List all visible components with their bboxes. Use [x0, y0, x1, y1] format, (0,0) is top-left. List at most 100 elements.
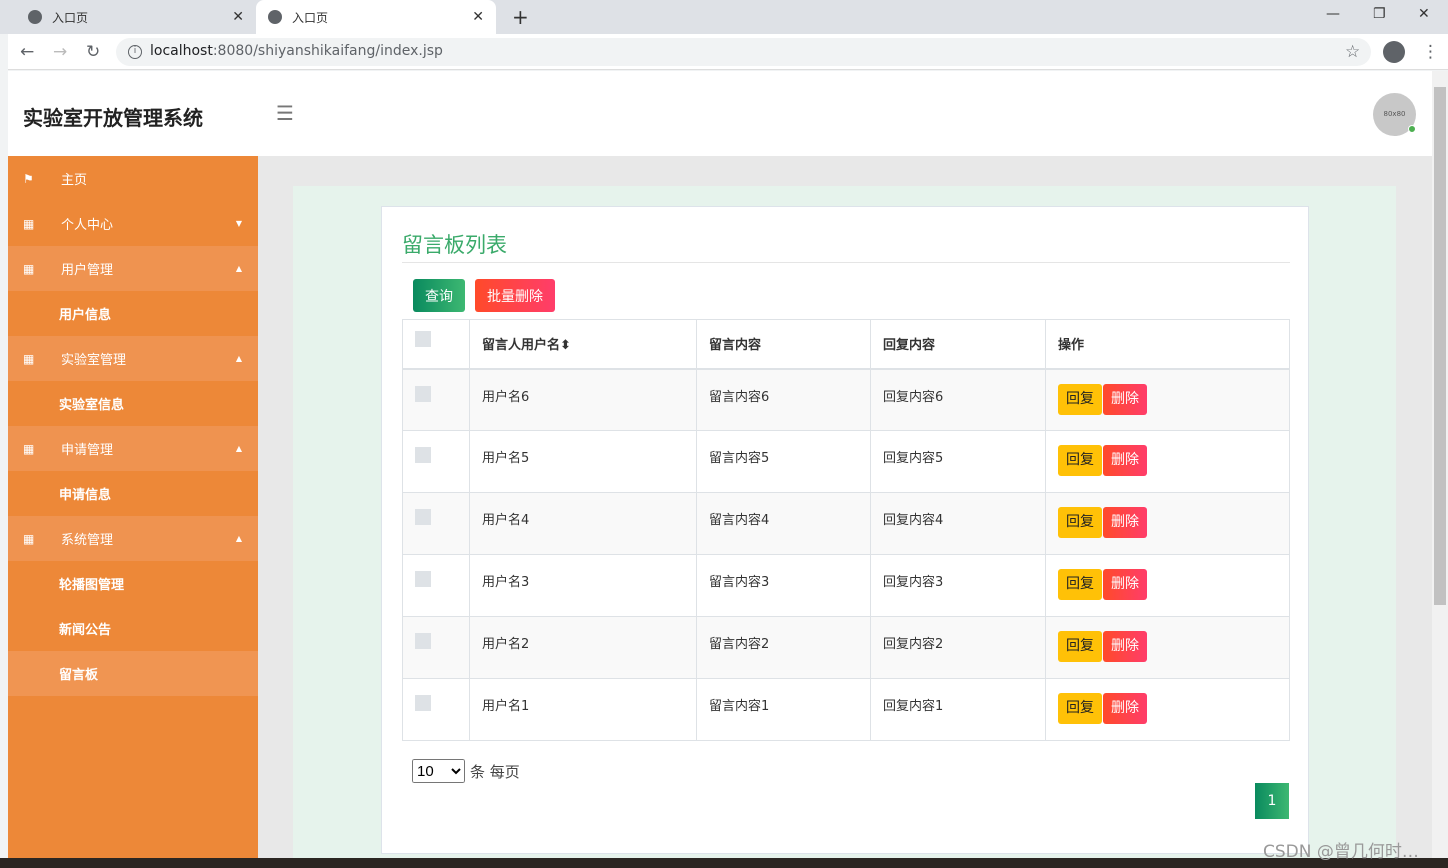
delete-button[interactable]: 删除	[1103, 507, 1147, 538]
sidebar-item[interactable]: ⚑ 主页	[8, 156, 258, 201]
info-icon[interactable]: i	[128, 45, 142, 59]
maximize-button[interactable]: ❐	[1373, 6, 1386, 22]
sidebar-item[interactable]: 留言板	[8, 651, 258, 696]
row-checkbox[interactable]	[415, 447, 431, 463]
row-checkbox[interactable]	[415, 571, 431, 587]
close-tab-icon[interactable]: ✕	[472, 9, 484, 25]
pagination-page-1[interactable]: 1	[1255, 783, 1289, 819]
hamburger-menu-icon[interactable]: ☰	[276, 101, 294, 125]
delete-button[interactable]: 删除	[1103, 445, 1147, 476]
caret-icon: ▼	[235, 219, 242, 228]
scrollbar-thumb[interactable]	[1434, 87, 1446, 605]
column-header-actions: 操作	[1045, 319, 1290, 370]
more-menu-icon[interactable]: ⋮	[1422, 42, 1439, 62]
row-checkbox[interactable]	[415, 385, 431, 402]
sort-icon[interactable]: ⬍	[560, 338, 571, 353]
table-cell: 留言内容5	[696, 430, 871, 493]
reply-button[interactable]: 回复	[1058, 569, 1102, 600]
sidebar-item-label: 用户信息	[59, 308, 112, 323]
sidebar-item[interactable]: ▦ 申请管理 ▲	[8, 426, 258, 471]
column-header-username[interactable]: 留言人用户名⬍	[469, 319, 697, 370]
message-board-card: 留言板列表 查询 批量删除 留言人用户名⬍ 留言内容 回复内容 操作 用户名6 留…	[381, 206, 1309, 854]
sidebar-item[interactable]: 申请信息	[8, 471, 258, 516]
query-button[interactable]: 查询	[413, 279, 465, 312]
sidebar-item-label: 轮播图管理	[59, 578, 125, 593]
column-header-reply: 回复内容	[870, 319, 1046, 370]
select-all-checkbox[interactable]	[415, 331, 431, 348]
sidebar-item-label: 主页	[61, 173, 88, 188]
table-cell: 用户名3	[469, 554, 697, 617]
sidebar-item[interactable]: ▦ 个人中心 ▼	[8, 201, 258, 246]
caret-icon: ▲	[235, 354, 242, 363]
flag-icon: ⚑	[23, 171, 34, 186]
caret-icon: ▲	[235, 444, 242, 453]
sidebar-item-label: 留言板	[59, 668, 99, 683]
reload-icon[interactable]: ↻	[86, 42, 100, 62]
back-icon[interactable]: ←	[20, 42, 34, 62]
browser-tab[interactable]: 入口页 ✕	[16, 0, 256, 34]
sidebar-item-label: 实验室管理	[61, 353, 127, 368]
close-tab-icon[interactable]: ✕	[232, 9, 244, 25]
table-cell: 留言内容2	[696, 616, 871, 679]
url-input[interactable]: i localhost:8080/shiyanshikaifang/index.j…	[116, 38, 1371, 66]
table-cell: 回复内容1	[870, 678, 1046, 741]
sidebar-item[interactable]: 轮播图管理	[8, 561, 258, 606]
table-cell: 回复内容5	[870, 430, 1046, 493]
reply-button[interactable]: 回复	[1058, 383, 1102, 415]
reply-button[interactable]: 回复	[1058, 445, 1102, 476]
bookmark-star-icon[interactable]: ☆	[1345, 42, 1360, 62]
sidebar-item-label: 用户管理	[61, 263, 114, 278]
grid-icon: ▦	[23, 216, 35, 231]
table-row: 用户名6 留言内容6 回复内容6 回复 删除	[402, 368, 1290, 431]
sidebar-item[interactable]: ▦ 实验室管理 ▲	[8, 336, 258, 381]
sidebar-item[interactable]: 新闻公告	[8, 606, 258, 651]
table-cell: 用户名1	[469, 678, 697, 741]
caret-icon: ▲	[235, 534, 242, 543]
sidebar-item[interactable]: ▦ 系统管理 ▲	[8, 516, 258, 561]
delete-button[interactable]: 删除	[1103, 569, 1147, 600]
row-checkbox[interactable]	[415, 633, 431, 649]
table-cell: 回复内容6	[870, 368, 1046, 431]
grid-icon: ▦	[23, 261, 35, 276]
page-size-select[interactable]: 10	[412, 759, 465, 783]
table-row: 用户名3 留言内容3 回复内容3 回复 删除	[402, 554, 1290, 617]
taskbar	[0, 858, 1448, 868]
profile-icon[interactable]	[1383, 41, 1405, 63]
table-row: 用户名4 留言内容4 回复内容4 回复 删除	[402, 492, 1290, 555]
scrollbar[interactable]	[1432, 71, 1448, 858]
delete-button[interactable]: 删除	[1103, 383, 1147, 415]
app-title: 实验室开放管理系统	[23, 106, 203, 130]
table-cell: 留言内容6	[696, 368, 871, 431]
watermark: CSDN @曾几何时…	[1263, 842, 1419, 862]
column-header-content: 留言内容	[696, 319, 871, 370]
sidebar-item-label: 新闻公告	[59, 623, 112, 638]
browser-tab-active[interactable]: 入口页 ✕	[256, 0, 496, 34]
grid-icon: ▦	[23, 351, 35, 366]
tab-bar: 入口页 ✕ 入口页 ✕ + — ❐ ✕	[0, 0, 1448, 34]
delete-button[interactable]: 删除	[1103, 693, 1147, 724]
batch-delete-button[interactable]: 批量删除	[475, 279, 555, 312]
close-window-button[interactable]: ✕	[1418, 6, 1430, 22]
delete-button[interactable]: 删除	[1103, 631, 1147, 662]
reply-button[interactable]: 回复	[1058, 631, 1102, 662]
page-size-control: 10 条 每页	[412, 759, 520, 783]
reply-button[interactable]: 回复	[1058, 693, 1102, 724]
minimize-button[interactable]: —	[1326, 6, 1340, 22]
globe-icon	[28, 10, 42, 24]
online-status-dot	[1408, 125, 1416, 133]
forward-icon[interactable]: →	[53, 42, 67, 62]
sidebar-item[interactable]: 实验室信息	[8, 381, 258, 426]
sidebar-item[interactable]: 用户信息	[8, 291, 258, 336]
new-tab-button[interactable]: +	[500, 0, 541, 34]
app-header: 实验室开放管理系统 ☰ 80x80	[8, 71, 1432, 156]
table-cell: 回复内容4	[870, 492, 1046, 555]
row-checkbox[interactable]	[415, 509, 431, 525]
reply-button[interactable]: 回复	[1058, 507, 1102, 538]
caret-icon: ▲	[235, 264, 242, 273]
sidebar-item[interactable]: ▦ 用户管理 ▲	[8, 246, 258, 291]
address-bar: ← → ↻ i localhost:8080/shiyanshikaifang/i…	[8, 34, 1448, 70]
table-row: 用户名1 留言内容1 回复内容1 回复 删除	[402, 678, 1290, 741]
row-checkbox[interactable]	[415, 695, 431, 711]
sidebar: ⚑ 主页 ▦ 个人中心 ▼ ▦ 用户管理 ▲ 用户信息 ▦ 实验室管理 ▲ 实验室信息 ▦ 申请管理 ▲ 申请信…	[8, 156, 258, 858]
table-cell: 用户名5	[469, 430, 697, 493]
